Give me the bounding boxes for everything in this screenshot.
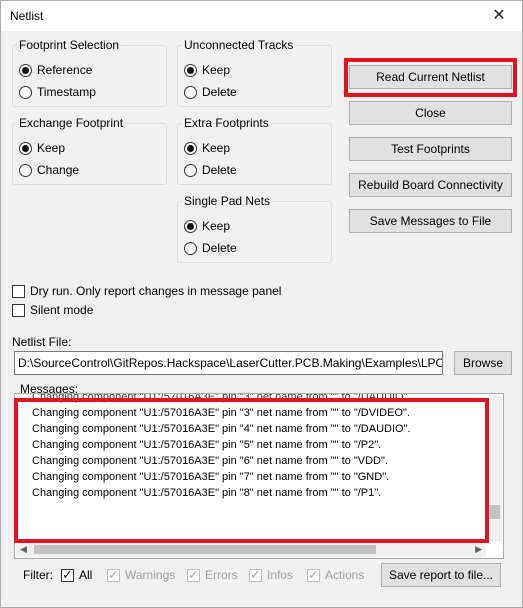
window-title: Netlist <box>10 9 44 23</box>
close-button[interactable]: Close <box>349 101 512 125</box>
radio-icon[interactable] <box>184 141 197 155</box>
checkbox-label: Dry run. Only report changes in message … <box>30 284 282 298</box>
radio-extra-delete[interactable]: Delete <box>184 162 237 178</box>
scroll-left-icon[interactable]: ◀ <box>20 544 27 555</box>
radio-icon[interactable] <box>19 85 32 99</box>
filter-actions-checkbox: Actions <box>307 567 364 583</box>
vertical-scroll-thumb[interactable] <box>489 505 500 519</box>
radio-label: Reference <box>37 63 93 77</box>
group-label: Footprint Selection <box>17 38 122 52</box>
checkbox-label: Actions <box>325 568 365 582</box>
netlist-dialog: Netlist ✕ Footprint Selection Reference … <box>0 0 523 608</box>
radio-pad-keep[interactable]: Keep <box>184 218 230 234</box>
checkbox-icon <box>107 567 120 583</box>
checkbox-label: Silent mode <box>30 303 94 317</box>
group-label: Unconnected Tracks <box>182 38 296 52</box>
radio-timestamp[interactable]: Timestamp <box>19 84 96 100</box>
radio-label: Keep <box>37 141 66 155</box>
horizontal-scrollbar[interactable]: ◀ ▶ <box>16 542 486 557</box>
radio-tracks-keep[interactable]: Keep <box>184 62 230 78</box>
radio-label: Keep <box>202 63 231 77</box>
checkbox-icon <box>307 567 320 583</box>
checkbox-label: Errors <box>205 568 238 582</box>
radio-tracks-delete[interactable]: Delete <box>184 84 237 100</box>
radio-label: Keep <box>202 141 231 155</box>
checkbox-icon <box>249 567 262 583</box>
radio-pad-delete[interactable]: Delete <box>184 240 237 256</box>
filter-infos-checkbox: Infos <box>249 567 293 583</box>
checkbox-icon[interactable] <box>12 284 25 298</box>
test-footprints-button[interactable]: Test Footprints <box>349 137 512 161</box>
group-label: Exchange Footprint <box>17 116 126 130</box>
save-report-button[interactable]: Save report to file... <box>381 563 501 587</box>
radio-icon[interactable] <box>184 241 197 255</box>
radio-extra-keep[interactable]: Keep <box>184 140 230 156</box>
radio-label: Delete <box>202 163 237 177</box>
group-label: Extra Footprints <box>182 116 271 130</box>
netlist-file-label: Netlist File: <box>12 335 72 349</box>
checkbox-icon <box>187 567 200 583</box>
radio-reference[interactable]: Reference <box>19 62 92 78</box>
radio-exchange-keep[interactable]: Keep <box>19 140 65 156</box>
checkbox-icon[interactable] <box>61 567 74 583</box>
filter-all-checkbox[interactable]: All <box>61 567 92 583</box>
horizontal-scroll-thumb[interactable] <box>34 545 376 554</box>
browse-button[interactable]: Browse <box>454 351 512 375</box>
radio-label: Keep <box>202 219 231 233</box>
radio-icon[interactable] <box>184 163 197 177</box>
radio-label: Delete <box>202 241 237 255</box>
radio-icon[interactable] <box>19 63 32 77</box>
checkbox-label: Warnings <box>125 568 176 582</box>
radio-icon[interactable] <box>184 63 197 77</box>
radio-icon[interactable] <box>19 141 32 155</box>
filter-label: Filter: <box>23 568 53 582</box>
title-bar: Netlist ✕ <box>1 1 522 31</box>
highlight-box <box>344 58 517 97</box>
radio-icon[interactable] <box>184 85 197 99</box>
footprint-selection-group: Footprint Selection Reference Timestamp <box>12 38 167 107</box>
filter-warnings-checkbox: Warnings <box>107 567 175 583</box>
extra-footprints-group: Extra Footprints Keep Delete <box>177 116 332 185</box>
rebuild-board-connectivity-button[interactable]: Rebuild Board Connectivity <box>349 173 512 197</box>
unconnected-tracks-group: Unconnected Tracks Keep Delete <box>177 38 332 107</box>
vertical-scrollbar[interactable] <box>487 395 502 541</box>
checkbox-label: Infos <box>267 568 294 582</box>
exchange-footprint-group: Exchange Footprint Keep Change <box>12 116 167 185</box>
save-messages-button[interactable]: Save Messages to File <box>349 209 512 233</box>
radio-label: Timestamp <box>37 85 96 99</box>
checkbox-label: All <box>79 568 93 582</box>
radio-icon[interactable] <box>184 219 197 233</box>
scroll-right-icon[interactable]: ▶ <box>475 544 482 555</box>
radio-label: Delete <box>202 85 237 99</box>
close-icon[interactable]: ✕ <box>482 4 516 28</box>
radio-icon[interactable] <box>19 163 32 177</box>
filter-errors-checkbox: Errors <box>187 567 238 583</box>
dry-run-checkbox[interactable]: Dry run. Only report changes in message … <box>12 283 281 299</box>
silent-mode-checkbox[interactable]: Silent mode <box>12 302 93 318</box>
radio-exchange-change[interactable]: Change <box>19 162 79 178</box>
group-label: Single Pad Nets <box>182 194 273 208</box>
checkbox-icon[interactable] <box>12 303 25 317</box>
radio-label: Change <box>37 163 80 177</box>
single-pad-nets-group: Single Pad Nets Keep Delete <box>177 194 332 263</box>
highlight-box <box>14 398 489 543</box>
netlist-file-input[interactable]: D:\SourceControl\GitRepos.Hackspace\Lase… <box>14 351 443 375</box>
